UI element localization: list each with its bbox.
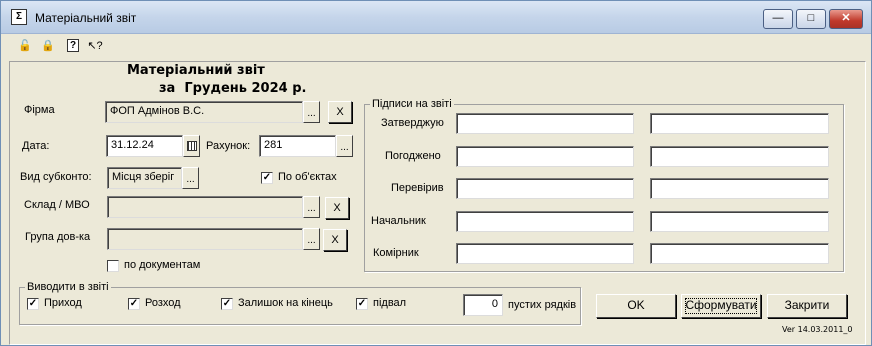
balance-checkbox[interactable]: ✓: [221, 298, 233, 310]
signature-chief-field-1[interactable]: [456, 211, 634, 232]
signature-agreed-field-2[interactable]: [650, 146, 829, 167]
by-documents-checkbox[interactable]: [107, 260, 119, 272]
maximize-button[interactable]: □: [796, 9, 826, 29]
by-documents-label: по документам: [124, 259, 201, 271]
toolbar: 🔓 🔒 ? ↖?: [2, 34, 870, 58]
maximize-icon: □: [807, 12, 815, 24]
group-label: Група дов-ка: [25, 231, 91, 243]
footer-label: підвал: [373, 297, 407, 309]
report-window: Σ Матеріальний звіт — □ ✕ 🔓 🔒 ? ↖? Матер…: [0, 0, 872, 346]
income-checkbox[interactable]: ✓: [27, 298, 39, 310]
account-field[interactable]: 281: [259, 135, 336, 157]
signature-label-chief: Начальник д-ції: [371, 215, 426, 229]
signature-chief-field-2[interactable]: [650, 211, 829, 232]
signature-label-agreed: Погоджено: [385, 150, 441, 162]
calendar-button[interactable]: [183, 135, 200, 157]
empty-rows-label: пустих рядків: [508, 299, 577, 311]
report-period: за Грудень 2024 р.: [159, 81, 307, 96]
title-bar[interactable]: Σ Матеріальний звіт — □ ✕: [1, 1, 871, 34]
firm-label: Фірма: [24, 104, 55, 116]
signature-storekeeper-field-2[interactable]: [650, 243, 829, 264]
signature-agreed-field-1[interactable]: [456, 146, 634, 167]
window-title: Матеріальний звіт: [35, 11, 137, 25]
whats-this-icon[interactable]: ↖?: [87, 38, 103, 54]
signatures-group-title: Підписи на звіті: [370, 98, 454, 110]
signature-approve-field-2[interactable]: [650, 113, 829, 134]
group-field[interactable]: [107, 228, 303, 250]
unlock-icon[interactable]: 🔓: [17, 38, 33, 54]
signature-storekeeper-field-1[interactable]: [456, 243, 634, 264]
footer-checkbox[interactable]: ✓: [356, 298, 368, 310]
help-icon[interactable]: ?: [67, 39, 79, 52]
signature-label-approve: Затверджую: [381, 117, 444, 129]
by-objects-checkbox[interactable]: ✓: [261, 172, 273, 184]
signature-label-checked: Перевірив: [391, 182, 444, 194]
signature-checked-field-2[interactable]: [650, 178, 829, 199]
empty-rows-field[interactable]: 0: [463, 294, 503, 316]
firm-clear-button[interactable]: X: [328, 101, 352, 123]
output-group-title: Виводити в звіті: [25, 281, 111, 293]
minimize-icon: —: [772, 12, 784, 24]
calendar-icon: [187, 141, 197, 151]
app-icon: Σ: [11, 9, 27, 25]
firm-select-button[interactable]: ...: [303, 101, 320, 123]
subconto-select-button[interactable]: ...: [182, 167, 199, 189]
balance-label: Залишок на кінець: [238, 297, 333, 309]
warehouse-field[interactable]: [107, 196, 303, 218]
ok-button[interactable]: OK: [596, 294, 676, 318]
signature-checked-field-1[interactable]: [456, 178, 634, 199]
date-field[interactable]: 31.12.24: [106, 135, 183, 157]
signature-approve-field-1[interactable]: [456, 113, 634, 134]
signature-label-storekeeper: Комірник: [373, 247, 419, 259]
close-button[interactable]: Закрити: [767, 294, 847, 318]
warehouse-select-button[interactable]: ...: [303, 196, 320, 218]
report-title: Матеріальний звіт: [127, 63, 265, 78]
by-objects-label: По об'єктах: [278, 171, 337, 183]
lock-icon[interactable]: 🔒: [40, 38, 56, 54]
version-label: Ver 14.03.2011_0: [782, 325, 853, 334]
expense-label: Розход: [145, 297, 181, 309]
minimize-button[interactable]: —: [763, 9, 793, 29]
account-select-button[interactable]: ...: [336, 135, 353, 157]
income-label: Приход: [44, 297, 82, 309]
subconto-label: Вид субконто:: [20, 171, 92, 183]
expense-checkbox[interactable]: ✓: [128, 298, 140, 310]
date-label: Дата:: [22, 140, 50, 152]
account-label: Рахунок:: [206, 140, 251, 152]
warehouse-clear-button[interactable]: X: [325, 197, 349, 219]
warehouse-label: Склад / МВО: [24, 199, 90, 211]
generate-button[interactable]: Сформувати: [681, 294, 761, 318]
firm-field[interactable]: ФОП Адмінов В.С.: [105, 101, 303, 123]
subconto-field[interactable]: Місця зберіг: [107, 167, 182, 189]
group-select-button[interactable]: ...: [303, 228, 320, 250]
group-clear-button[interactable]: X: [323, 229, 347, 251]
close-icon: ✕: [841, 12, 851, 24]
close-window-button[interactable]: ✕: [829, 9, 863, 29]
